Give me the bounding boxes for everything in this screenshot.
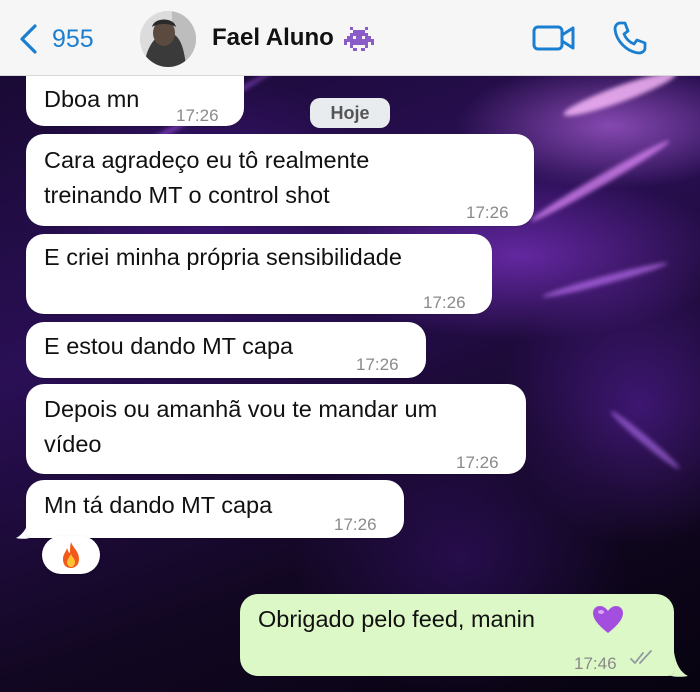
message-bubble[interactable]: Dboa mn 17:26 — [26, 76, 244, 126]
avatar-photo — [140, 11, 196, 67]
alien-monster-icon — [343, 27, 374, 51]
message-time: 17:26 — [176, 106, 219, 125]
message-bubble[interactable]: Mn tá dando MT capa 17:26 — [26, 480, 404, 538]
message-bubble[interactable]: Cara agradeço eu tô realmente treinando … — [26, 134, 534, 226]
date-chip: Hoje — [310, 98, 390, 128]
message-text: E criei minha própria sensibilidade — [44, 244, 402, 270]
fire-icon — [63, 542, 79, 568]
message-bubble[interactable]: E criei minha própria sensibilidade 17:2… — [26, 234, 492, 314]
message-time: 17:26 — [466, 203, 509, 222]
message-text-line-2: treinando MT o control shot — [44, 182, 330, 208]
chat-area[interactable]: Hoje Dboa mn 17:26 Cara agradeço eu tô r… — [0, 76, 700, 692]
message-time: 17:46 — [574, 654, 617, 673]
message-time: 17:26 — [456, 453, 499, 472]
message-text: Dboa mn — [44, 86, 140, 112]
message-reaction[interactable] — [42, 536, 100, 574]
back-button[interactable]: 955 — [18, 22, 94, 56]
message-text-line-2: vídeo — [44, 431, 102, 457]
avatar[interactable] — [140, 11, 196, 67]
video-call-icon[interactable] — [532, 22, 576, 54]
message-bubble[interactable]: Depois ou amanhã vou te mandar um vídeo … — [26, 384, 526, 474]
purple-heart-icon — [593, 606, 623, 633]
message-text-line-1: Cara agradeço eu tô realmente — [44, 147, 370, 173]
message-bubble-outgoing[interactable]: Obrigado pelo feed, manin 17:46 — [240, 594, 674, 676]
chevron-left-icon — [20, 24, 37, 54]
message-text: Obrigado pelo feed, manin — [258, 606, 535, 632]
message-text: E estou dando MT capa — [44, 333, 294, 359]
message-bubble[interactable]: E estou dando MT capa 17:26 — [26, 322, 426, 378]
message-time: 17:26 — [423, 293, 466, 312]
message-text: Mn tá dando MT capa — [44, 492, 273, 518]
contact-title[interactable]: Fael Aluno — [212, 24, 374, 52]
phone-call-icon[interactable] — [612, 20, 648, 56]
read-double-check-icon — [630, 650, 652, 664]
contact-name: Fael Aluno — [212, 24, 334, 51]
message-text-line-1: Depois ou amanhã vou te mandar um — [44, 396, 438, 422]
message-time: 17:26 — [334, 515, 377, 534]
chat-header: 955 Fael Aluno — [0, 0, 700, 76]
unread-count: 955 — [52, 24, 94, 53]
message-time: 17:26 — [356, 355, 399, 374]
